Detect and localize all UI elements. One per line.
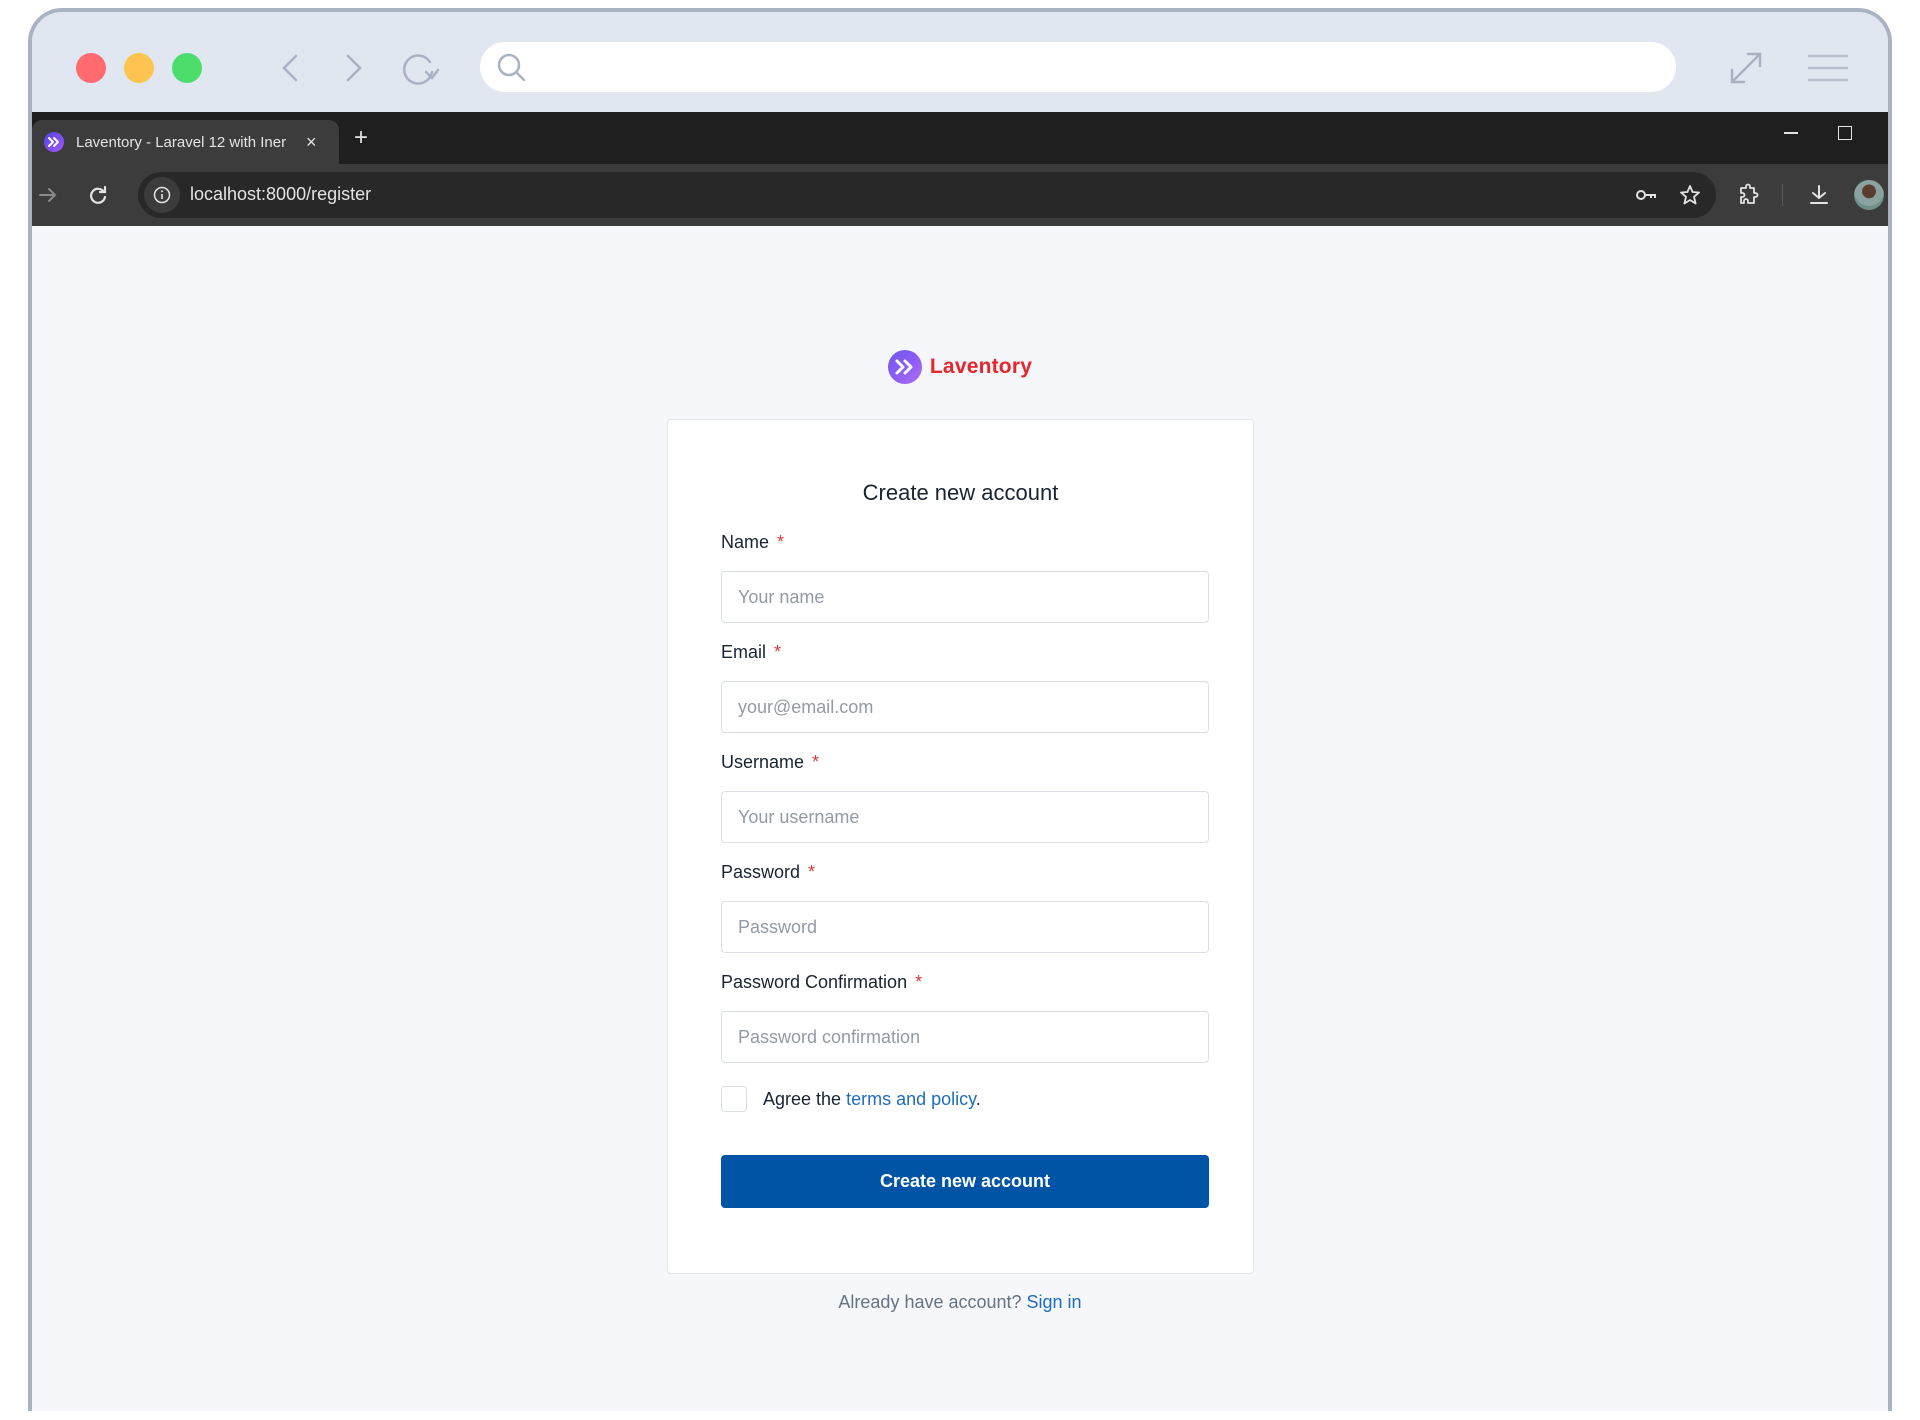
brand-name: Laventory	[929, 355, 1033, 378]
maximize-icon[interactable]	[1838, 126, 1852, 140]
password-label: Password *	[721, 862, 1209, 886]
username-label: Username *	[721, 752, 1209, 776]
agree-terms-checkbox[interactable]	[721, 1086, 747, 1112]
toolbar-divider	[1782, 184, 1783, 206]
email-input[interactable]	[721, 681, 1209, 733]
avatar[interactable]	[1854, 180, 1884, 210]
sign-in-link[interactable]: Sign in	[1027, 1292, 1082, 1312]
signin-prompt-text: Already have account?	[838, 1292, 1027, 1312]
tab-active[interactable]: Laventory - Laravel 12 with Iner ×	[32, 120, 339, 164]
agree-terms-row: Agree the terms and policy.	[721, 1086, 981, 1112]
password-confirmation-label: Password Confirmation *	[721, 972, 1209, 996]
email-label: Email *	[721, 642, 1209, 666]
favicon-icon	[44, 132, 64, 152]
minimize-window-button[interactable]	[124, 53, 154, 83]
arrow-right-icon[interactable]	[36, 183, 60, 207]
tab-close-icon[interactable]: ×	[306, 132, 317, 153]
brand[interactable]: Laventory	[32, 350, 1888, 384]
browser-toolbar: localhost:8000/register	[32, 164, 1888, 226]
name-field-group: Name *	[721, 532, 1209, 623]
search-icon	[494, 50, 530, 86]
name-label-text: Name	[721, 532, 770, 552]
close-window-button[interactable]	[76, 53, 106, 83]
hamburger-menu-icon[interactable]	[1804, 48, 1852, 88]
agree-suffix: .	[975, 1088, 981, 1109]
window-frame-toolbar	[32, 12, 1888, 112]
agree-terms-label: Agree the terms and policy.	[763, 1089, 981, 1110]
puzzle-icon[interactable]	[1736, 183, 1760, 207]
page-title: Create new account	[862, 480, 1059, 505]
username-label-text: Username	[721, 752, 805, 772]
email-field-group: Email *	[721, 642, 1209, 733]
reload-icon[interactable]	[86, 183, 110, 207]
agree-prefix: Agree the	[763, 1088, 847, 1109]
mac-search-bar[interactable]	[480, 42, 1676, 92]
logo-icon	[887, 350, 922, 384]
password-confirmation-field-group: Password Confirmation *	[721, 972, 1209, 1063]
register-card: Create new account Name * Email * Username…	[667, 419, 1254, 1274]
key-icon[interactable]	[1634, 183, 1658, 207]
info-icon[interactable]	[144, 177, 180, 213]
password-confirmation-input[interactable]	[721, 1011, 1209, 1063]
name-input[interactable]	[721, 571, 1209, 623]
create-account-button[interactable]: Create new account	[721, 1155, 1209, 1208]
required-mark: *	[777, 532, 785, 552]
password-confirmation-label-text: Password Confirmation	[721, 972, 908, 992]
tab-bar: Laventory - Laravel 12 with Iner × +	[32, 112, 1888, 164]
expand-icon[interactable]	[1722, 48, 1770, 88]
tab-title: Laventory - Laravel 12 with Iner	[76, 133, 287, 151]
email-label-text: Email	[721, 642, 767, 662]
zoom-window-button[interactable]	[172, 53, 202, 83]
address-bar[interactable]: localhost:8000/register	[138, 172, 1716, 218]
username-field-group: Username *	[721, 752, 1209, 843]
required-mark: *	[812, 752, 820, 772]
required-mark: *	[808, 862, 816, 882]
chevron-right-icon[interactable]	[334, 48, 374, 88]
new-tab-button[interactable]: +	[354, 124, 368, 152]
terms-and-policy-link[interactable]: terms and policy	[846, 1089, 976, 1109]
url-text[interactable]: localhost:8000/register	[190, 184, 371, 205]
username-input[interactable]	[721, 791, 1209, 843]
password-input[interactable]	[721, 901, 1209, 953]
required-mark: *	[915, 972, 923, 992]
chevron-left-icon[interactable]	[272, 48, 312, 88]
required-mark: *	[774, 642, 782, 662]
minimize-icon[interactable]	[1784, 132, 1798, 134]
browser-window: Laventory - Laravel 12 with Iner × + loc…	[28, 8, 1892, 1411]
password-field-group: Password *	[721, 862, 1209, 953]
page-viewport: Laventory Create new account Name * Email…	[32, 226, 1888, 1411]
signin-prompt: Already have account? Sign in	[32, 1292, 1888, 1313]
star-icon[interactable]	[1678, 183, 1702, 207]
password-label-text: Password	[721, 862, 801, 882]
download-icon[interactable]	[1807, 183, 1831, 207]
name-label: Name *	[721, 532, 1209, 556]
reload-icon[interactable]	[396, 48, 444, 88]
